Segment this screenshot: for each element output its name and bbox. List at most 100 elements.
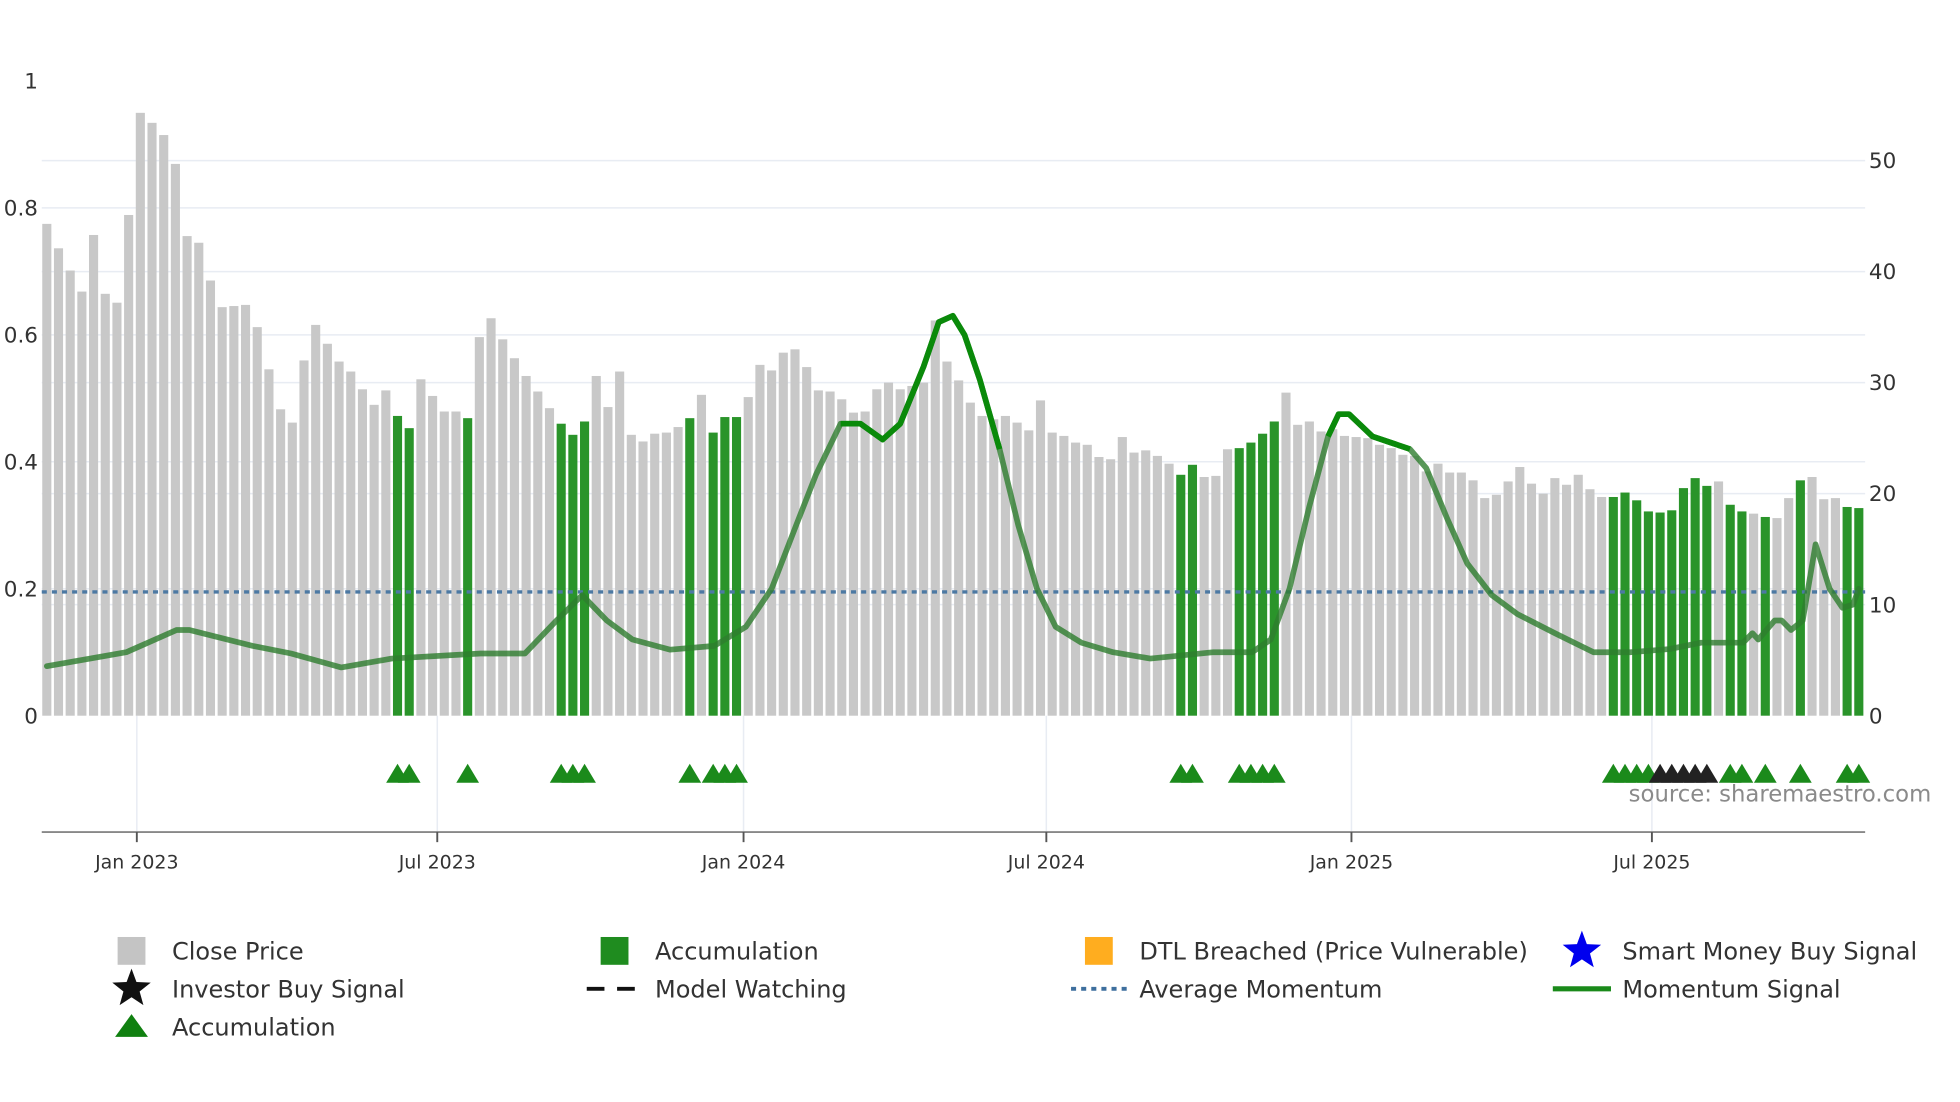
close-price-bar — [603, 407, 613, 716]
close-price-bar — [42, 223, 52, 716]
close-price-bar — [53, 248, 64, 716]
accumulation-bar — [1643, 511, 1653, 716]
accumulation-bar — [1246, 442, 1256, 716]
close-price-bar — [1211, 475, 1221, 716]
accumulation-bar — [1667, 510, 1677, 716]
close-price-bar — [860, 411, 870, 716]
accumulation-bar — [1725, 504, 1735, 716]
close-price-bar — [778, 352, 788, 716]
accumulation-bar — [1690, 478, 1700, 716]
close-price-bar — [907, 385, 917, 716]
legend-label: DTL Breached (Price Vulnerable) — [1139, 938, 1528, 966]
close-price-bar — [217, 307, 227, 716]
accumulation-bar — [404, 428, 414, 716]
accumulation-bar — [1842, 506, 1852, 716]
close-price-bar — [696, 394, 707, 716]
accumulation-bar — [720, 417, 730, 716]
close-price-bar — [1152, 455, 1162, 716]
close-price-bar — [1094, 457, 1104, 716]
right-tick-label: 20 — [1869, 482, 1896, 507]
accumulation-bar — [1176, 474, 1186, 716]
black-star-icon — [112, 968, 151, 1006]
left-tick-label: 0 — [24, 704, 38, 729]
close-price-bar — [1597, 496, 1607, 716]
close-price-bar — [1164, 463, 1174, 716]
left-tick-label: 0.2 — [4, 577, 38, 602]
close-price-bar — [1339, 435, 1349, 716]
green-square-icon — [600, 936, 629, 965]
close-price-bar — [895, 389, 905, 716]
close-price-bar — [135, 112, 145, 716]
close-price-bar — [1784, 498, 1794, 716]
price-bars — [42, 112, 1864, 716]
accumulation-bar — [685, 418, 695, 716]
close-price-bar — [1351, 437, 1361, 716]
close-price-bar — [381, 390, 391, 716]
close-price-bar — [264, 369, 274, 716]
close-price-bar — [1491, 494, 1501, 716]
legend: Close Price Accumulation DTL Breached (Pri… — [112, 930, 1917, 1042]
accumulation-bar — [580, 421, 590, 716]
close-price-bar — [989, 419, 999, 716]
close-price-bar — [159, 135, 169, 716]
blue-star-icon — [1562, 930, 1602, 968]
close-price-bar — [1410, 455, 1420, 716]
close-price-bar — [1713, 481, 1724, 716]
close-price-bar — [1456, 472, 1466, 716]
legend-label: Momentum Signal — [1622, 976, 1840, 1004]
close-price-bar — [1386, 448, 1396, 716]
close-price-bar — [1082, 444, 1092, 716]
left-tick-label: 0.6 — [4, 323, 38, 348]
accumulation-bar — [1269, 421, 1279, 716]
legend-label: Investor Buy Signal — [172, 976, 405, 1004]
close-price-bar — [1374, 444, 1385, 716]
accumulation-bar — [1620, 492, 1630, 716]
close-price-bar — [626, 434, 636, 716]
close-price-bar — [1772, 518, 1782, 716]
legend-label: Smart Money Buy Signal — [1622, 938, 1917, 966]
close-price-bar — [439, 411, 449, 716]
close-price-bar — [954, 380, 964, 716]
close-price-bar — [615, 371, 625, 716]
close-price-bar — [252, 327, 262, 716]
left-axis: 0 0.2 0.4 0.6 0.8 1 — [4, 70, 38, 730]
close-price-bar — [1012, 422, 1022, 716]
close-price-bar — [521, 375, 531, 716]
left-tick-label: 0.8 — [4, 196, 38, 221]
legend-label: Model Watching — [655, 976, 847, 1004]
accumulation-bar — [568, 434, 578, 716]
close-price-bar — [1819, 499, 1829, 716]
accumulation-bar — [1632, 500, 1642, 716]
close-price-bar — [1562, 484, 1572, 716]
accumulation-bar — [731, 417, 742, 716]
close-price-bar — [474, 337, 484, 716]
close-price-bar — [194, 242, 204, 716]
accumulation-triangle-marker — [1753, 763, 1777, 783]
legend-label: Accumulation — [655, 938, 819, 966]
close-price-bar — [591, 375, 601, 716]
accumulation-bar — [708, 432, 718, 716]
source-watermark: source: sharemaestro.com — [1629, 782, 1932, 808]
x-tick-label: Jul 2023 — [398, 852, 476, 874]
close-price-bar — [205, 280, 216, 716]
close-price-bar — [1445, 472, 1455, 716]
close-price-bar — [416, 379, 426, 716]
green-triangle-icon — [115, 1014, 148, 1037]
right-axis: 0 10 20 30 40 50 — [1869, 149, 1896, 729]
accumulation-bar — [463, 418, 473, 716]
close-price-bar — [743, 397, 753, 716]
close-price-bar — [1585, 489, 1595, 716]
close-price-bar — [1363, 438, 1373, 716]
close-price-bar — [451, 411, 461, 716]
accumulation-bar — [1608, 496, 1618, 716]
close-price-bar — [147, 122, 157, 716]
close-price-bar — [509, 358, 519, 716]
legend-label: Accumulation — [172, 1014, 336, 1042]
legend-label: Close Price — [172, 938, 304, 966]
close-price-bar — [229, 306, 239, 716]
close-price-bar — [287, 422, 297, 716]
right-tick-label: 50 — [1869, 149, 1896, 174]
close-price-bar — [240, 304, 251, 716]
close-price-bar — [498, 339, 508, 716]
accumulation-bar — [1760, 516, 1770, 716]
